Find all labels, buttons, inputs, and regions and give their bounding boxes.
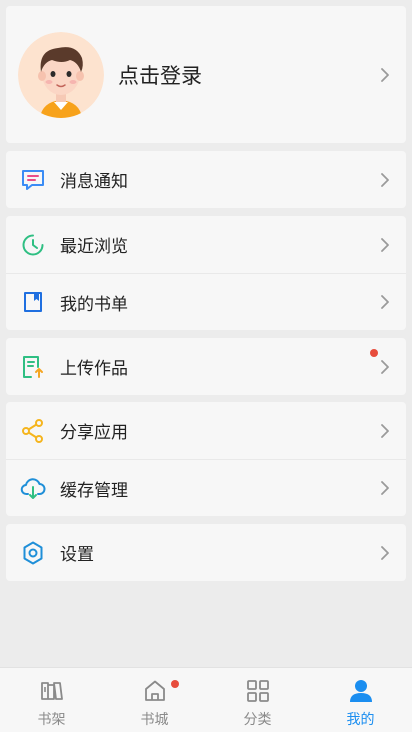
menu-label-booklist: 我的书单 (60, 294, 128, 315)
chevron-right-icon (381, 172, 389, 187)
tools-card: 分享应用 缓存管理 (6, 402, 406, 516)
menu-label-notifications: 消息通知 (60, 172, 128, 192)
message-icon (20, 167, 46, 193)
menu-label-recent: 最近浏览 (60, 237, 128, 257)
bottom-tab-bar: 书架 书城 分类 我的 (0, 667, 412, 732)
menu-item-settings[interactable]: 设置 (6, 524, 406, 581)
menu-item-cache[interactable]: 缓存管理 (6, 459, 406, 516)
notification-badge (170, 680, 179, 688)
menu-label-upload: 上传作品 (60, 359, 128, 379)
tab-label: 书架 (37, 712, 66, 728)
bookshelf-icon (40, 682, 63, 700)
chevron-right-icon (381, 481, 389, 495)
chevron-right-icon (381, 295, 389, 309)
user-icon (349, 680, 372, 702)
upload-card: 上传作品 (6, 338, 406, 395)
tab-bookstore[interactable]: 书城 (103, 668, 206, 732)
menu-label-cache: 缓存管理 (60, 480, 128, 501)
menu-label-settings: 设置 (60, 545, 94, 565)
notification-badge (370, 349, 378, 357)
bookmark-icon (20, 289, 46, 315)
menu-item-notifications[interactable]: 消息通知 (6, 151, 406, 208)
login-label[interactable]: 点击登录 (118, 60, 202, 90)
settings-card: 设置 (6, 524, 406, 581)
tab-bookshelf[interactable]: 书架 (0, 668, 103, 732)
gear-icon (20, 540, 46, 566)
notifications-card: 消息通知 (6, 151, 406, 208)
home-icon (144, 680, 165, 701)
history-card: 最近浏览 我的书单 (6, 216, 406, 330)
tab-label: 分类 (243, 712, 272, 728)
chevron-right-icon (381, 423, 389, 438)
tab-category[interactable]: 分类 (206, 668, 309, 732)
menu-label-share: 分享应用 (60, 423, 128, 443)
avatar[interactable] (18, 31, 104, 118)
chevron-right-icon (381, 545, 389, 560)
menu-item-share[interactable]: 分享应用 (6, 402, 406, 459)
chevron-right-icon (381, 359, 389, 374)
grid-icon (246, 680, 269, 702)
menu-item-booklist[interactable]: 我的书单 (6, 273, 406, 330)
chevron-right-icon (381, 237, 389, 252)
profile-card[interactable]: 点击登录 (6, 6, 406, 143)
tab-label: 书城 (140, 712, 169, 728)
tab-label: 我的 (346, 712, 375, 728)
cloud-download-icon (20, 475, 46, 501)
share-icon (20, 418, 46, 444)
upload-document-icon (20, 354, 46, 380)
chevron-right-icon (381, 67, 389, 82)
clock-icon (20, 232, 46, 258)
menu-item-upload[interactable]: 上传作品 (6, 338, 406, 395)
menu-item-recent[interactable]: 最近浏览 (6, 216, 406, 273)
tab-mine[interactable]: 我的 (309, 668, 412, 732)
